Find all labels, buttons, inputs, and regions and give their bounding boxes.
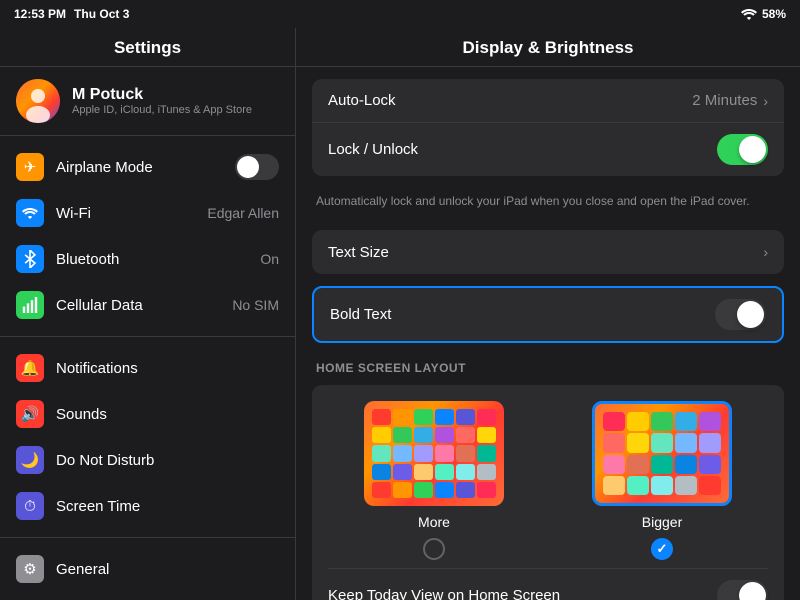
- user-info: M Potuck Apple ID, iCloud, iTunes & App …: [72, 86, 252, 116]
- layout-bigger-option[interactable]: Bigger: [592, 401, 732, 560]
- airplane-toggle[interactable]: [235, 154, 279, 180]
- text-size-group: Text Size ›: [312, 230, 784, 274]
- status-left: 12:53 PM Thu Oct 3: [14, 7, 129, 21]
- bigger-label: Bigger: [642, 514, 682, 530]
- sidebar-item-do-not-disturb[interactable]: 🌙 Do Not Disturb: [0, 437, 295, 483]
- user-name: M Potuck: [72, 86, 252, 104]
- bold-text-row[interactable]: Bold Text: [312, 286, 784, 343]
- bigger-radio[interactable]: [651, 538, 673, 560]
- sidebar: Settings M Potuck Apple ID, iCloud,: [0, 0, 296, 600]
- keep-today-row[interactable]: Keep Today View on Home Screen: [328, 568, 768, 600]
- lock-unlock-row[interactable]: Lock / Unlock: [312, 123, 784, 176]
- lock-unlock-label: Lock / Unlock: [328, 141, 717, 158]
- main-panel: Display & Brightness Auto-Lock 2 Minutes…: [296, 0, 800, 600]
- bluetooth-value: On: [260, 251, 279, 267]
- sidebar-item-bluetooth[interactable]: Bluetooth On: [0, 236, 295, 282]
- wifi-settings-icon: [16, 199, 44, 227]
- home-screen-layout: More Bigger Keep Today View on Home Scr: [312, 385, 784, 600]
- text-size-row[interactable]: Text Size ›: [312, 230, 784, 274]
- auto-lock-label: Auto-Lock: [328, 92, 692, 109]
- keep-today-toggle[interactable]: [717, 580, 768, 600]
- lock-unlock-toggle[interactable]: [717, 134, 768, 165]
- auto-lock-chevron: ›: [763, 93, 768, 109]
- text-size-chevron: ›: [763, 244, 768, 260]
- status-bar: 12:53 PM Thu Oct 3 58%: [0, 0, 800, 28]
- bold-text-toggle[interactable]: [715, 299, 766, 330]
- sidebar-user[interactable]: M Potuck Apple ID, iCloud, iTunes & App …: [0, 67, 295, 136]
- main-content: Auto-Lock 2 Minutes › Lock / Unlock Auto…: [296, 67, 800, 600]
- sidebar-general-section: ⚙ General 🎛 Control Center AA Display & …: [0, 538, 295, 600]
- home-screen-section-header: HOME SCREEN LAYOUT: [312, 347, 784, 381]
- status-right: 58%: [741, 7, 786, 21]
- general-label: General: [56, 561, 279, 578]
- lock-unlock-note: Automatically lock and unlock your iPad …: [312, 188, 784, 218]
- more-grid: [372, 409, 496, 498]
- cellular-icon: [16, 291, 44, 319]
- general-icon: ⚙: [16, 555, 44, 583]
- battery: 58%: [762, 7, 786, 21]
- layout-more-option[interactable]: More: [364, 401, 504, 560]
- airplane-label: Airplane Mode: [56, 159, 223, 176]
- screen-time-label: Screen Time: [56, 498, 279, 515]
- bluetooth-icon: [16, 245, 44, 273]
- sidebar-item-sounds[interactable]: 🔊 Sounds: [0, 391, 295, 437]
- sidebar-item-wifi[interactable]: Wi-Fi Edgar Allen: [0, 190, 295, 236]
- sidebar-item-screen-time[interactable]: ⏱ Screen Time: [0, 483, 295, 529]
- sidebar-item-control-center[interactable]: 🎛 Control Center: [0, 592, 295, 600]
- more-label: More: [418, 514, 450, 530]
- bigger-grid: [603, 412, 721, 495]
- avatar: [16, 79, 60, 123]
- text-size-label: Text Size: [328, 244, 763, 261]
- airplane-icon: ✈: [16, 153, 44, 181]
- auto-lock-group: Auto-Lock 2 Minutes › Lock / Unlock: [312, 79, 784, 176]
- layout-options: More Bigger: [328, 401, 768, 560]
- sidebar-item-notifications[interactable]: 🔔 Notifications: [0, 345, 295, 391]
- sounds-icon: 🔊: [16, 400, 44, 428]
- sidebar-title: Settings: [0, 28, 295, 67]
- more-layout-thumb: [364, 401, 504, 506]
- bigger-layout-thumb: [592, 401, 732, 506]
- sidebar-item-general[interactable]: ⚙ General: [0, 546, 295, 592]
- wifi-label: Wi-Fi: [56, 205, 195, 222]
- auto-lock-row[interactable]: Auto-Lock 2 Minutes ›: [312, 79, 784, 123]
- user-subtitle: Apple ID, iCloud, iTunes & App Store: [72, 104, 252, 116]
- wifi-value: Edgar Allen: [207, 205, 279, 221]
- bluetooth-label: Bluetooth: [56, 251, 248, 268]
- sounds-label: Sounds: [56, 406, 279, 423]
- keep-today-label: Keep Today View on Home Screen: [328, 587, 717, 600]
- sidebar-notifications-section: 🔔 Notifications 🔊 Sounds 🌙 Do Not Distur…: [0, 337, 295, 538]
- date: Thu Oct 3: [74, 7, 129, 21]
- sidebar-item-airplane-mode[interactable]: ✈ Airplane Mode: [0, 144, 295, 190]
- cellular-label: Cellular Data: [56, 297, 220, 314]
- sidebar-item-cellular[interactable]: Cellular Data No SIM: [0, 282, 295, 328]
- do-not-disturb-icon: 🌙: [16, 446, 44, 474]
- wifi-icon: [741, 8, 757, 20]
- cellular-value: No SIM: [232, 297, 279, 313]
- auto-lock-value: 2 Minutes: [692, 92, 757, 109]
- do-not-disturb-label: Do Not Disturb: [56, 452, 279, 469]
- time: 12:53 PM: [14, 7, 66, 21]
- screen-time-icon: ⏱: [16, 492, 44, 520]
- main-title: Display & Brightness: [296, 28, 800, 67]
- more-radio[interactable]: [423, 538, 445, 560]
- bold-text-label: Bold Text: [330, 306, 715, 323]
- notifications-label: Notifications: [56, 360, 279, 377]
- notifications-icon: 🔔: [16, 354, 44, 382]
- sidebar-network-section: ✈ Airplane Mode Wi-Fi Edgar Allen: [0, 136, 295, 337]
